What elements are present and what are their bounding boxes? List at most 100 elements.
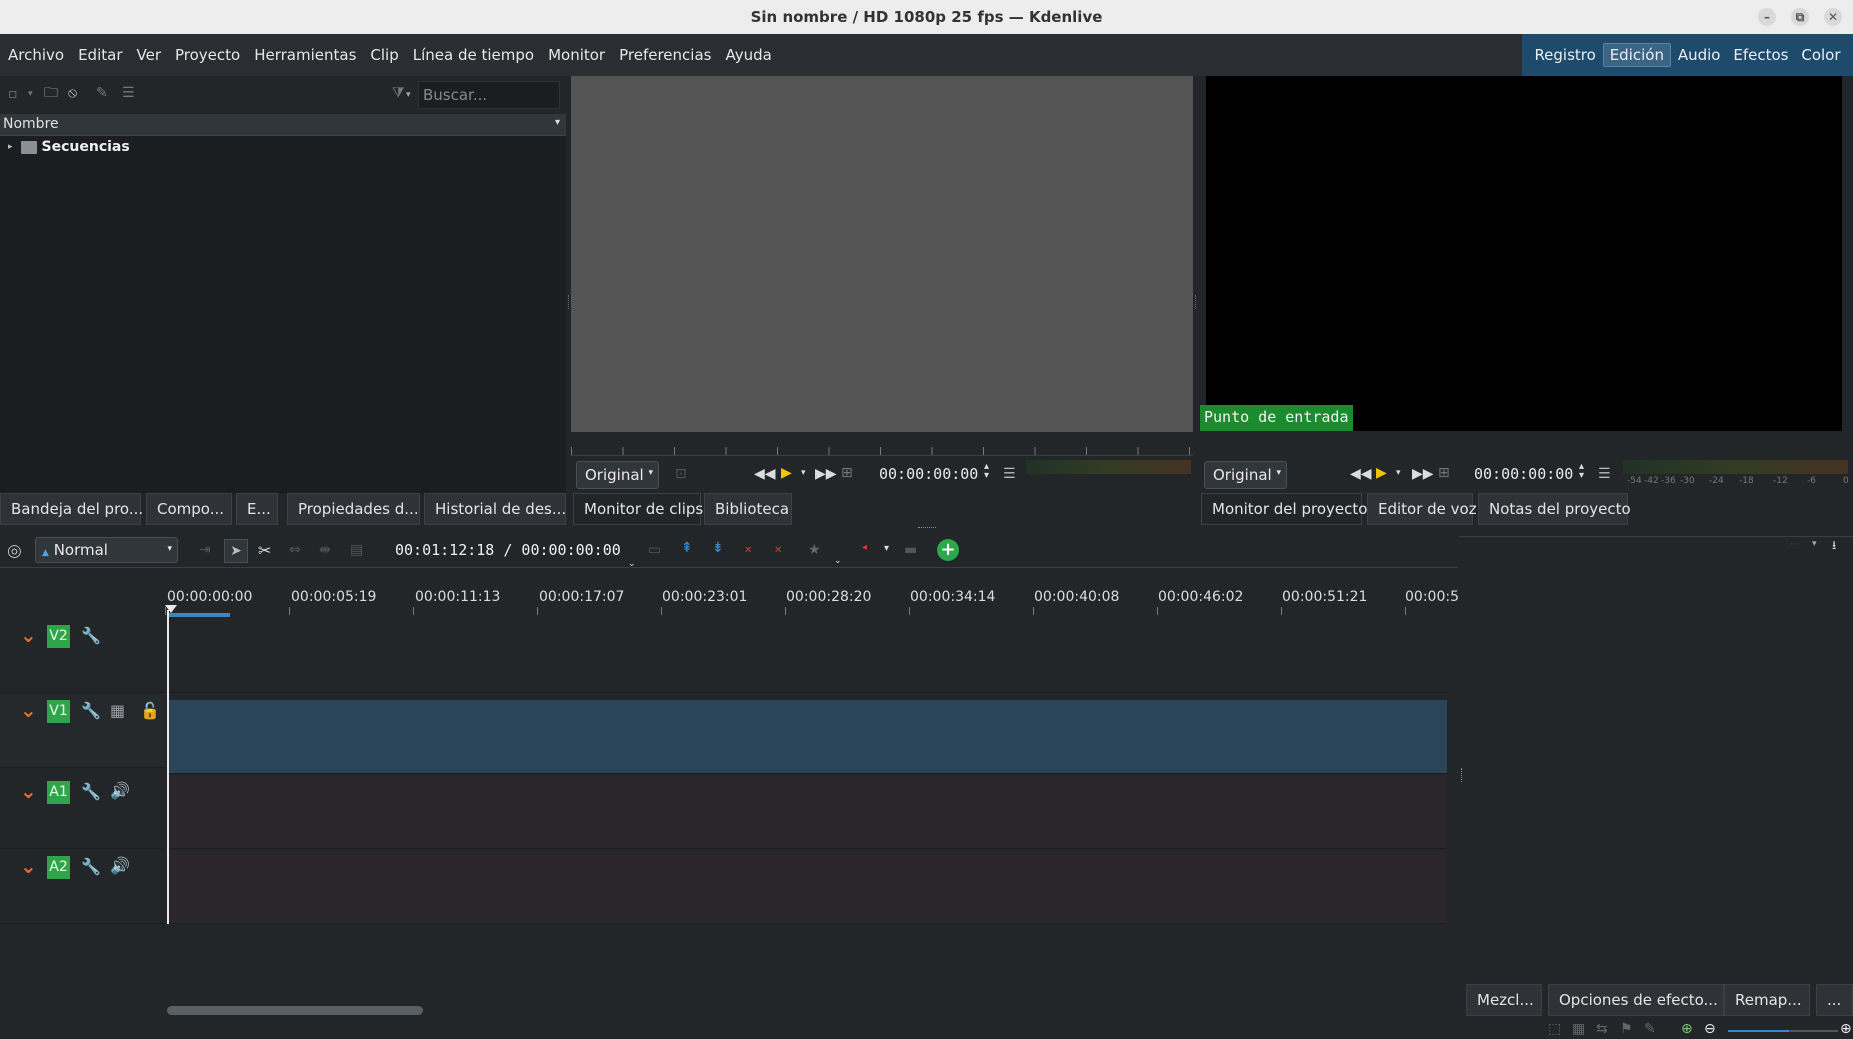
timecode-menu-icon[interactable]: ⌄ [628,559,636,569]
menu-ver[interactable]: Ver [130,41,169,69]
clip-monitor-screen[interactable] [571,76,1193,432]
project-monitor-ruler[interactable] [1200,432,1853,456]
script-icon[interactable]: ✎ [1644,1021,1656,1037]
timeline-scrollbar[interactable] [167,1006,423,1015]
menu-linea-de-tiempo[interactable]: Línea de tiempo [406,41,541,69]
track-a2[interactable] [167,850,1447,924]
film-icon[interactable]: ▦ [110,701,125,720]
play-icon[interactable]: ▶ [781,465,792,481]
splitter-handle[interactable] [1461,768,1463,782]
tab-monitor-de-clips[interactable]: Monitor de clips [573,493,703,525]
project-zoom-dropdown[interactable]: Original ▾ [1204,461,1287,489]
select-tool-icon[interactable]: ➤ [224,539,248,563]
zoom-in-icon[interactable]: ⊕ [1840,1021,1852,1037]
flag-icon[interactable]: ⚑ [1620,1021,1633,1037]
edit-mode-dropdown[interactable]: ▲ Normal ▾ [35,537,178,563]
menu-monitor[interactable]: Monitor [541,41,612,69]
snap-icon[interactable]: ▭ [648,542,661,558]
add-folder-icon[interactable]: 🗀 [44,85,58,101]
audio-icon[interactable]: 🔊 [110,856,130,875]
splitter-handle[interactable] [1195,295,1197,309]
track-v2[interactable] [167,619,1447,693]
layout-color[interactable]: Color [1795,44,1846,66]
clip-monitor-menu-icon[interactable]: ☰ [1003,466,1016,482]
track-label[interactable]: V2 [47,625,70,648]
track-header-a1[interactable]: ⌄ A1 🔧 🔊 [0,775,165,849]
filter-icon[interactable]: ⧩ [392,85,405,101]
target-icon[interactable]: ◎ [7,541,22,561]
properties-icon[interactable]: ✎ [96,85,108,101]
clip-monitor-ruler[interactable] [571,432,1193,456]
zone-out-icon[interactable]: ⇟ [712,540,724,556]
collapse-chevron-icon[interactable]: ⌄ [20,779,37,803]
splitter-handle[interactable] [918,527,936,529]
zoom-level-icon[interactable]: ⋯ [1790,539,1800,550]
split-audio-icon[interactable]: ⇆ [1596,1021,1608,1037]
add-clip-icon[interactable]: ▫ [8,86,18,102]
track-header-a2[interactable]: ⌄ A2 🔧 🔊 [0,850,165,924]
pin-icon[interactable]: ⭳ [1832,536,1836,557]
layout-edicion[interactable]: Edición [1602,43,1671,67]
bin-folder-row[interactable]: ▸ Secuencias [8,137,130,157]
film-icon[interactable]: ▦ [1572,1021,1585,1037]
project-monitor-screen[interactable] [1206,76,1842,431]
collapse-chevron-icon[interactable]: ⌄ [20,698,37,722]
slip-tool-icon[interactable]: ⇼ [319,542,331,558]
tab-propiedades[interactable]: Propiedades d... [287,493,420,525]
layout-registro[interactable]: Registro [1528,44,1601,66]
extract-icon[interactable]: ✕ [774,545,782,556]
zoom-fit-icon[interactable]: ⊕ [1681,1021,1693,1037]
close-icon[interactable]: ✕ [1824,8,1842,26]
timeline-timecode[interactable]: 00:01:12:18 / 00:00:00:00 [395,541,621,559]
tab-opciones-de-efecto[interactable]: Opciones de efecto... [1548,984,1724,1016]
clip-monitor-timecode[interactable]: 00:00:00:00 [879,465,978,483]
fullscreen-icon[interactable]: ⊞ [841,465,853,481]
layout-audio[interactable]: Audio [1672,44,1727,66]
tab-bandeja-del-proyecto[interactable]: Bandeja del pro... [0,493,143,525]
menu-clip[interactable]: Clip [363,41,405,69]
wrench-icon[interactable]: 🔧 [81,782,101,801]
timecode-stepper-icon[interactable]: ▴ ▾ [984,462,989,481]
track-label[interactable]: A1 [47,781,70,804]
track-v1[interactable] [167,700,1447,774]
tab-more[interactable]: ... [1816,984,1853,1016]
audio-icon[interactable]: 🔊 [110,781,130,800]
wrench-icon[interactable]: 🔧 [81,626,101,645]
menu-editar[interactable]: Editar [71,41,129,69]
search-input[interactable]: Buscar... [418,81,560,109]
fullscreen-icon[interactable]: ⊞ [1438,465,1450,481]
play-options-icon[interactable]: ▾ [1396,468,1401,478]
set-zone-in-icon[interactable]: ⊡ [675,466,687,482]
chevron-down-icon[interactable]: ▾ [28,86,33,102]
add-track-icon[interactable]: + [937,539,959,561]
forward-icon[interactable]: ▶▶ [1412,466,1434,482]
favorite-menu-icon[interactable]: ⌄ [834,556,842,566]
menu-herramientas[interactable]: Herramientas [247,41,363,69]
tag-icon[interactable]: ⬚ [1548,1021,1561,1037]
project-monitor-menu-icon[interactable]: ☰ [1598,466,1611,482]
tab-notas-del-proyecto[interactable]: Notas del proyecto [1478,493,1631,525]
tab-monitor-del-proyecto[interactable]: Monitor del proyecto [1201,493,1367,525]
track-header-v2[interactable]: ⌄ V2 🔧 [0,619,165,693]
timeline-ruler[interactable]: 00:00:00:00 00:00:05:19 00:00:11:13 00:0… [165,585,1459,617]
rewind-icon[interactable]: ◀◀ [754,466,776,482]
expand-arrow-icon[interactable]: ▸ [8,142,13,152]
track-header-v1[interactable]: ⌄ V1 🔧 ▦ 🔓 [0,694,165,768]
zone-in-icon[interactable]: ⇞ [681,540,693,556]
timecode-stepper-icon[interactable]: ▴ ▾ [1579,462,1584,481]
lock-icon[interactable]: 🔓 [140,701,160,720]
bin-column-header[interactable]: Nombre ▾ [0,114,566,136]
multicam-tool-icon[interactable]: ▤ [350,542,363,558]
marker-menu-icon[interactable]: ▾ [884,543,889,554]
zoom-out-icon[interactable]: ⊖ [1704,1021,1716,1037]
tab-historial[interactable]: Historial de des... [424,493,566,525]
filter-dropdown-icon[interactable]: ▾ [406,87,411,103]
play-options-icon[interactable]: ▾ [801,468,806,478]
zoom-slider[interactable] [1728,1030,1838,1032]
tab-mezclador[interactable]: Mezcl... [1466,984,1542,1016]
remove-space-icon[interactable]: ✕ [744,545,752,556]
marker-icon[interactable]: ◂ [862,542,867,553]
tab-efectos[interactable]: E... [236,493,278,525]
clip-zoom-dropdown[interactable]: Original ▾ [576,461,659,489]
forward-icon[interactable]: ▶▶ [815,466,837,482]
